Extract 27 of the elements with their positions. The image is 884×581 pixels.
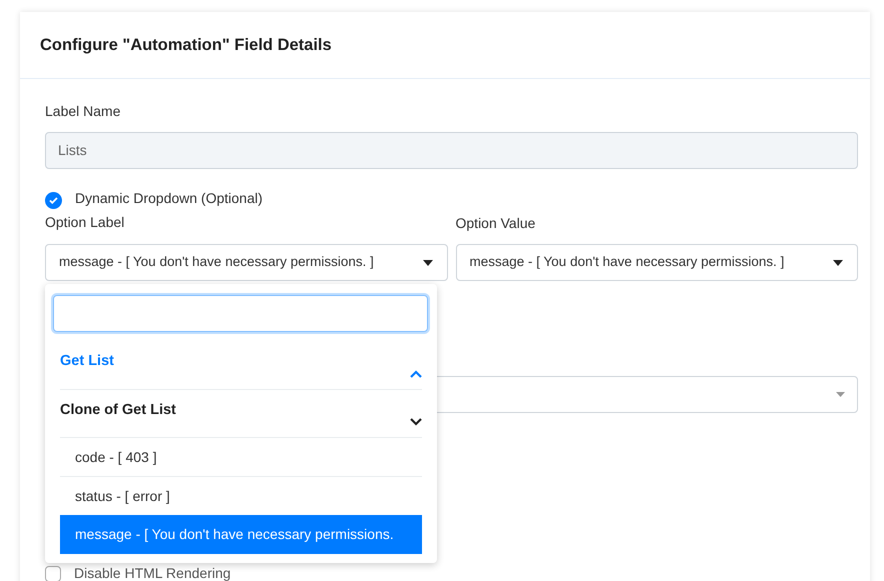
caret-icon <box>836 392 845 397</box>
checkbox-label: Dynamic Dropdown (Optional) <box>75 189 263 208</box>
panel-title: Configure "Automation" Field Details <box>40 34 332 56</box>
label-name-field[interactable]: Lists <box>45 132 858 169</box>
caret-icon <box>833 260 843 266</box>
option-select[interactable]: message - [ You don't have necessary permissions. ] <box>456 244 858 281</box>
option-select[interactable]: message - [ You don't have necessary permissions. ] <box>45 244 448 281</box>
dropdown-option[interactable]: message - [ You don't have necessary permissions. <box>60 515 422 554</box>
chevron-up-icon <box>410 370 422 378</box>
caret-icon <box>422 260 432 266</box>
group-header[interactable]: Get List <box>60 341 422 389</box>
chevron-down-icon <box>410 418 422 426</box>
checkbox[interactable] <box>45 566 61 581</box>
group-title: Clone of Get List <box>60 401 176 420</box>
group-title: Get List <box>60 352 114 371</box>
search-field[interactable] <box>53 295 428 332</box>
field-label: Label Name <box>45 102 122 121</box>
checkbox[interactable] <box>45 192 62 208</box>
checkbox-label: Disable HTML Rendering <box>74 564 231 581</box>
field-label: Option Value <box>456 214 536 233</box>
select-value: message - [ You don't have necessary permissions. ] <box>59 253 374 272</box>
group-header[interactable]: Clone of Get List <box>60 389 422 437</box>
dropdown-option[interactable]: code - [ 403 ] <box>60 437 422 476</box>
check-icon <box>49 196 58 204</box>
select-value: message - [ You don't have necessary permissions. ] <box>470 253 784 272</box>
field-label: Option Label <box>45 213 126 232</box>
field-value: Lists <box>58 141 87 160</box>
